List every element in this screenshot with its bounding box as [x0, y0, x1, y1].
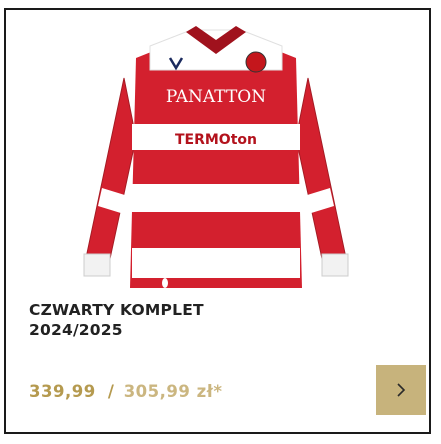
- product-title-line2[interactable]: 2024/2025: [29, 320, 329, 340]
- jersey-brand-text: PANATTON: [166, 87, 266, 107]
- jersey-sponsor-text: TERMOton: [175, 132, 257, 148]
- product-image-jersey[interactable]: PANATTON TERMOton: [66, 18, 366, 290]
- price-secondary: 305,99 zł*: [123, 382, 223, 401]
- product-title[interactable]: CZWARTY KOMPLET 2024/2025: [29, 300, 329, 340]
- chevron-right-icon: [397, 383, 406, 397]
- price-current: 339,99: [29, 382, 96, 401]
- price-row: 339,99 / 305,99 zł*: [29, 382, 222, 401]
- price-separator: /: [107, 382, 115, 401]
- jersey-illustration: PANATTON TERMOton: [83, 26, 349, 288]
- next-button[interactable]: [376, 365, 426, 415]
- product-title-line1[interactable]: CZWARTY KOMPLET: [29, 300, 329, 320]
- product-card[interactable]: PANATTON TERMOton CZWARTY KOMPLET 2024/2…: [4, 8, 431, 434]
